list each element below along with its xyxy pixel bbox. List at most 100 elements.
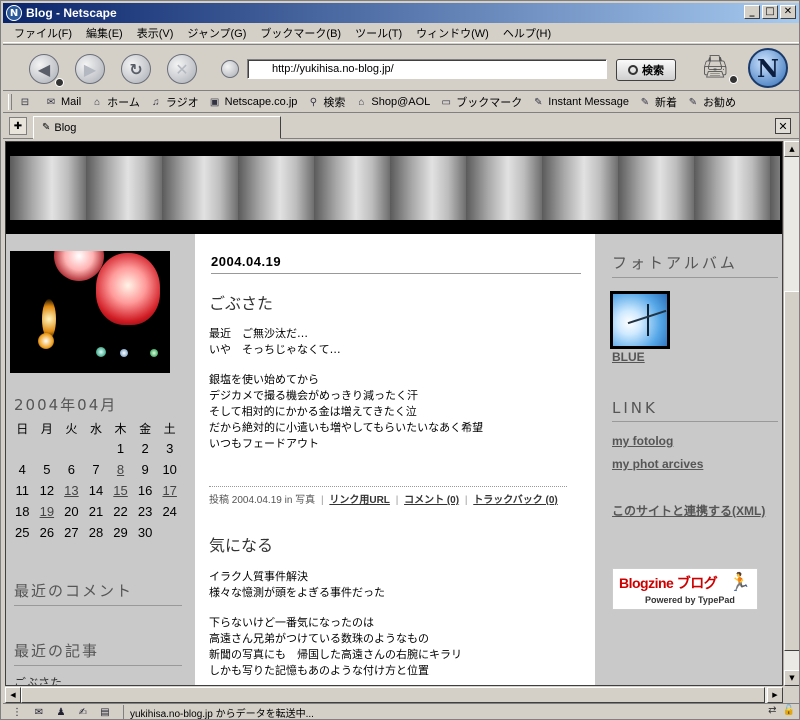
personal-item-shop[interactable]: ⌂ Shop@AOL (354, 96, 430, 108)
xml-syndication-link[interactable]: このサイトと連携する(XML) (612, 502, 765, 519)
personal-item-new[interactable]: ✎ 新着 (638, 94, 677, 110)
horizontal-scrollbar[interactable]: ◀ ▶ (5, 687, 783, 703)
back-history-dropdown-icon[interactable] (55, 78, 64, 87)
post-line: だから絶対的に小遣いも増やしてもらいたいなあく希望 (209, 421, 484, 434)
personal-item-home[interactable]: ⌂ ホーム (90, 94, 140, 110)
menu-bookmarks[interactable]: ブックマーク(B) (253, 25, 348, 41)
forward-button[interactable]: ▶ (75, 54, 105, 84)
scroll-up-arrow-icon[interactable]: ▲ (784, 141, 799, 157)
personal-item-recommended[interactable]: ✎ お勧め (686, 94, 736, 110)
netscape-icon: ▣ (209, 96, 220, 108)
close-icon: ✕ (778, 119, 788, 133)
calendar-day[interactable]: 15 (108, 480, 133, 501)
post-line: 最近 ご無沙汰だ… (209, 327, 308, 340)
calendar-day: 26 (39, 525, 55, 540)
calendar-day: 4 (18, 462, 26, 477)
toolbar-grip-icon[interactable] (8, 94, 12, 110)
personal-item-bookmarks[interactable]: ▭ ブックマーク (439, 94, 523, 110)
recent-post-link[interactable]: ごぶさた (14, 674, 62, 685)
composer-icon[interactable]: ✍ (75, 706, 91, 718)
page-info-icon[interactable] (221, 60, 239, 78)
album-blue-link[interactable]: BLUE (612, 350, 645, 364)
personal-item-label: 検索 (323, 97, 346, 109)
new-tab-button[interactable]: ✚ (9, 117, 27, 135)
calendar-day[interactable]: 8 (108, 459, 133, 480)
menu-file[interactable]: ファイル(F) (7, 25, 79, 41)
aim-icon[interactable]: ♟ (53, 706, 69, 718)
runner-icon: 🏃 (728, 572, 751, 593)
menu-help[interactable]: ヘルプ(H) (496, 25, 558, 41)
status-grip-icon[interactable]: ⋮ (9, 706, 25, 718)
calendar-day[interactable]: 17 (157, 480, 182, 501)
personal-item-mail[interactable]: ✉ Mail (44, 96, 81, 108)
personal-item-search[interactable]: ⚲ 検索 (306, 94, 346, 110)
mail-icon[interactable]: ✉ (31, 706, 47, 718)
menu-bar: ファイル(F) 編集(E) 表示(V) ジャンプ(G) ブックマーク(B) ツー… (3, 24, 799, 43)
personal-toolbar-sidebar[interactable]: ⊟ (18, 96, 35, 108)
post-line: 新聞の写真にも 帰国した高遠さんの右腕にキラリ (209, 648, 462, 661)
trackback-link[interactable]: トラックバック (0) (473, 495, 558, 506)
minimize-button[interactable]: _ (744, 5, 760, 19)
bokeh-light (150, 349, 158, 357)
banner-image (10, 156, 780, 220)
meta-separator: | (395, 495, 399, 506)
permalink-link[interactable]: リンク用URL (329, 495, 390, 506)
personal-item-label: ラジオ (165, 97, 199, 109)
address-book-icon[interactable]: ▤ (97, 706, 113, 718)
calendar-weekday: 土 (163, 421, 176, 436)
print-dropdown-icon[interactable] (729, 75, 738, 84)
comments-link[interactable]: コメント (0) (404, 495, 459, 506)
calendar-day: 27 (64, 525, 79, 540)
scroll-left-arrow-icon[interactable]: ◀ (5, 687, 21, 703)
reload-button[interactable]: ↻ (121, 54, 151, 84)
page-icon: ✎ (42, 122, 51, 133)
menu-tools[interactable]: ツール(T) (348, 25, 409, 41)
menu-go[interactable]: ジャンプ(G) (180, 25, 253, 41)
close-tab-button[interactable]: ✕ (775, 118, 791, 134)
album-thumbnail[interactable] (610, 291, 670, 349)
url-input[interactable]: http://yukihisa.no-blog.jp/ (247, 59, 607, 79)
post-line: イラク人質事件解決 (209, 570, 308, 583)
stop-button[interactable]: ✕ (167, 54, 197, 84)
search-icon: ⚲ (309, 96, 318, 108)
horizontal-scroll-thumb[interactable] (21, 687, 765, 703)
close-window-button[interactable]: ✕ (780, 5, 796, 19)
link-my-phot-arcives[interactable]: my phot arcives (612, 457, 703, 471)
calendar-day (84, 438, 109, 459)
netscape-logo-icon[interactable]: N (748, 48, 788, 88)
calendar-day: 23 (137, 504, 153, 519)
personal-item-netscape[interactable]: ▣ Netscape.co.jp (208, 96, 298, 108)
calendar-day (59, 438, 84, 459)
album-image (613, 294, 667, 346)
calendar-weekday: 火 (65, 421, 78, 436)
search-button[interactable]: 検索 (616, 59, 676, 81)
menu-window[interactable]: ウィンドウ(W) (409, 25, 496, 41)
menu-edit[interactable]: 編集(E) (79, 25, 130, 41)
tab-blog[interactable]: ✎ Blog (33, 116, 281, 139)
post-line: いつもフェードアウト (209, 437, 319, 450)
profile-photo[interactable] (10, 251, 170, 373)
maximize-button[interactable]: □ (762, 5, 778, 19)
blogzine-banner[interactable]: Blogzine ブログ Powered by TypePad 🏃 (612, 568, 758, 610)
date-heading: 2004.04.19 (211, 254, 581, 274)
scroll-down-arrow-icon[interactable]: ▼ (784, 670, 799, 686)
print-icon[interactable]: 🖨 (699, 51, 731, 83)
personal-item-radio[interactable]: ♫ ラジオ (149, 94, 199, 110)
calendar-day[interactable]: 13 (59, 480, 84, 501)
home-icon: ⌂ (94, 96, 101, 108)
powered-by-text: Powered by TypePad (645, 595, 735, 605)
vertical-scrollbar[interactable]: ▲ ▼ (783, 141, 799, 686)
album-image-part (647, 304, 649, 336)
personal-item-instant-message[interactable]: ✎ Instant Message (531, 96, 629, 108)
link-my-fotolog[interactable]: my fotolog (612, 434, 673, 448)
vertical-scroll-thumb[interactable] (784, 291, 799, 651)
personal-item-label: 新着 (654, 97, 677, 109)
scroll-right-arrow-icon[interactable]: ▶ (767, 687, 783, 703)
status-bar: ⋮ ✉ ♟ ✍ ▤ yukihisa.no-blog.jp からデータを転送中.… (3, 703, 799, 719)
menu-view[interactable]: 表示(V) (130, 25, 181, 41)
calendar-day[interactable]: 19 (35, 501, 60, 522)
security-lock-icon[interactable]: 🔓 (783, 705, 795, 716)
magnifier-icon (628, 65, 638, 75)
calendar-day: 1 (116, 441, 125, 456)
online-status-icon[interactable]: ⇄ (768, 705, 776, 716)
